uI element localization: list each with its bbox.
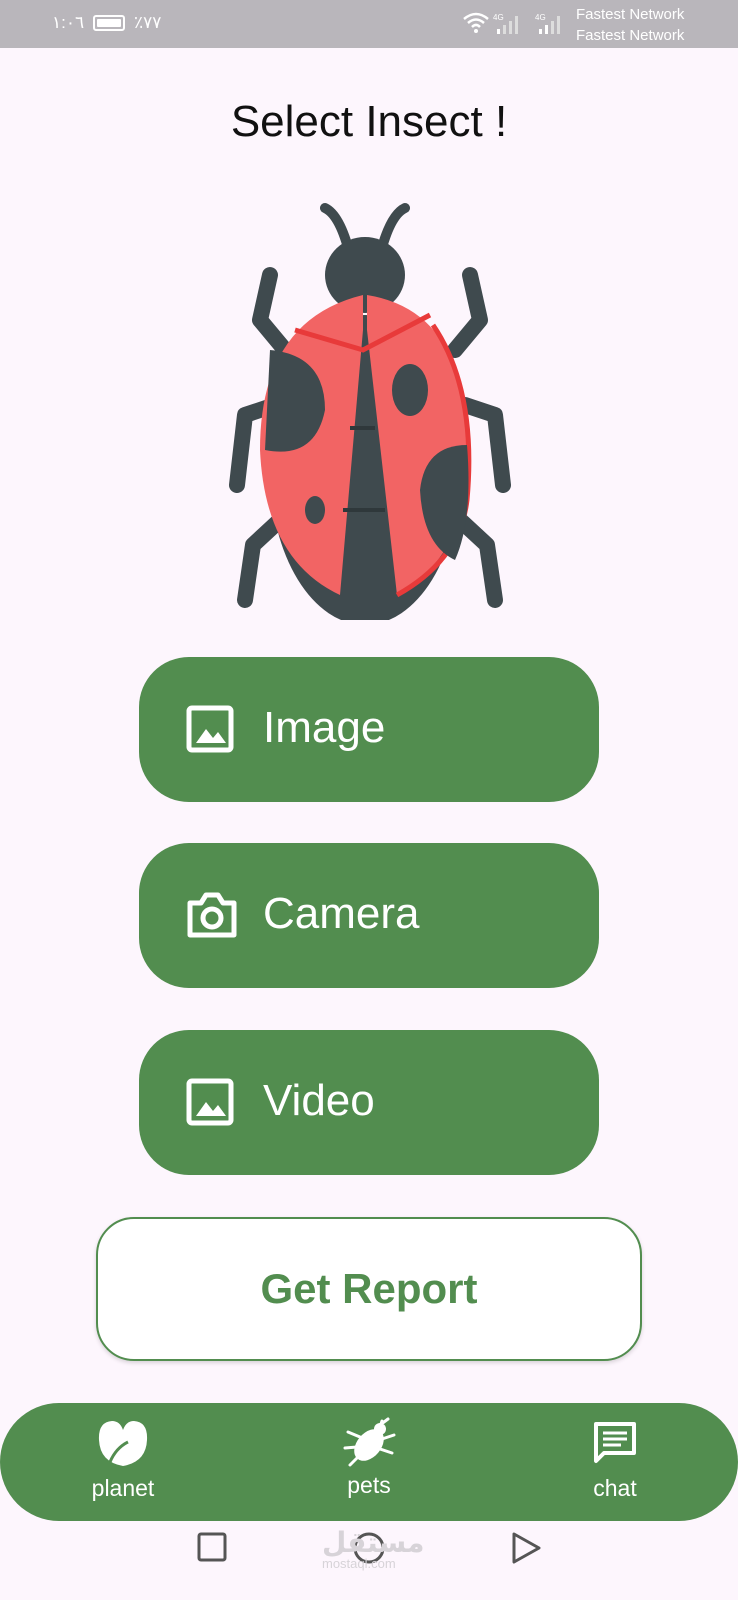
get-report-label: Get Report [260, 1265, 478, 1312]
image-icon [186, 1078, 234, 1126]
status-time: ١:٠٦ [52, 13, 85, 32]
get-report-button[interactable]: Get Report [96, 1217, 642, 1361]
nav-item-chat[interactable]: chat [545, 1403, 685, 1521]
recent-apps-button[interactable] [197, 1532, 227, 1562]
nav-item-pets[interactable]: pets [299, 1403, 439, 1521]
signal-icon: 4G [535, 13, 560, 34]
nav-label-planet: planet [91, 1475, 155, 1501]
image-button[interactable]: Image [139, 657, 599, 802]
bottom-nav: planet pets chat [0, 1403, 738, 1521]
ladybug-illustration [229, 203, 511, 620]
network-name: Fastest Network [576, 6, 685, 23]
camera-button-label: Camera [263, 889, 420, 938]
camera-button[interactable]: Camera [139, 843, 599, 988]
network-names: Fastest Network Fastest Network [576, 4, 684, 46]
network-name: Fastest Network [576, 27, 685, 44]
nav-label-chat: chat [593, 1475, 637, 1501]
watermark-sub: mostaql.com [322, 1556, 396, 1571]
image-button-label: Image [263, 703, 386, 752]
chat-icon [594, 1422, 636, 1463]
nav-item-planet[interactable]: planet [53, 1403, 193, 1521]
status-bar: ١:٠٦ ٪٧٧ 4G 4G Fastest Network Fastest N… [0, 0, 738, 48]
video-button-label: Video [263, 1076, 375, 1125]
battery-icon [93, 15, 125, 31]
svg-text:4G: 4G [535, 13, 546, 22]
back-button[interactable] [510, 1531, 542, 1565]
leaf-icon [98, 1421, 148, 1466]
video-button[interactable]: Video [139, 1030, 599, 1175]
image-icon [186, 705, 234, 753]
battery-percent: ٪٧٧ [134, 13, 162, 32]
bug-icon [343, 1417, 396, 1467]
nav-label-pets: pets [347, 1472, 391, 1498]
svg-text:4G: 4G [493, 13, 504, 22]
signal-icon: 4G [493, 13, 518, 34]
watermark: مستقل [322, 1527, 425, 1558]
wifi-icon [463, 12, 489, 33]
camera-icon [187, 892, 237, 938]
page-title: Select Insect ! [230, 97, 508, 146]
